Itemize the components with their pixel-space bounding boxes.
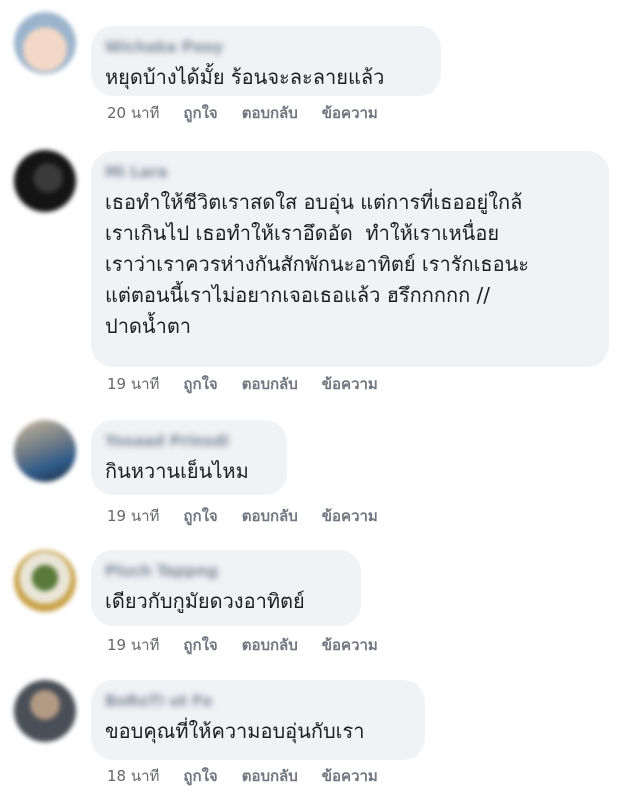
message-button[interactable]: ข้อความ [322,767,378,785]
comment-bubble: BoRoTi ut Fo ขอบคุณที่ให้ความอบอุ่นกับเร… [91,680,425,760]
avatar[interactable] [14,550,76,612]
avatar[interactable] [14,420,76,482]
comment-bubble: Mi Lara เธอทำให้ชีวิตเราสดใส อบอุ่น แต่ก… [91,151,609,367]
comment-author[interactable]: Mi Lara [105,161,595,183]
avatar[interactable] [14,12,76,74]
comment-time[interactable]: 19 นาที [107,636,159,654]
comment-bubble: Pluch Tappng เดียวกับกูมัยดวงอาทิตย์ [91,550,361,626]
comment-text: เดียวกับกูมัยดวงอาทิตย์ [105,589,305,613]
comment-actions: 19 นาที ถูกใจ ตอบกลับ ข้อความ [107,633,402,657]
avatar[interactable] [14,150,76,212]
message-button[interactable]: ข้อความ [322,507,378,525]
message-button[interactable]: ข้อความ [322,636,378,654]
comment-bubble: Wichaka Pooy หยุดบ้างได้มั้ย ร้อนจะละลาย… [91,26,441,96]
comment-time[interactable]: 19 นาที [107,507,159,525]
comment-actions: 20 นาที ถูกใจ ตอบกลับ ข้อความ [107,101,402,125]
comment-bubble: Yosaad Prinsdi กินหวานเย็นไหม [91,420,287,495]
reply-button[interactable]: ตอบกลับ [242,507,298,525]
reply-button[interactable]: ตอบกลับ [242,104,298,122]
like-button[interactable]: ถูกใจ [183,507,217,525]
comment-text: หยุดบ้างได้มั้ย ร้อนจะละลายแล้ว [105,65,385,89]
message-button[interactable]: ข้อความ [322,104,378,122]
like-button[interactable]: ถูกใจ [183,375,217,393]
like-button[interactable]: ถูกใจ [183,767,217,785]
reply-button[interactable]: ตอบกลับ [242,767,298,785]
comment-time[interactable]: 18 นาที [107,767,159,785]
comment-time[interactable]: 19 นาที [107,375,159,393]
comment-time[interactable]: 20 นาที [107,104,159,122]
reply-button[interactable]: ตอบกลับ [242,636,298,654]
comment-author[interactable]: Yosaad Prinsdi [105,430,273,452]
reply-button[interactable]: ตอบกลับ [242,375,298,393]
comment-text: กินหวานเย็นไหม [105,459,249,483]
comment-author[interactable]: Pluch Tappng [105,560,347,582]
comment-author[interactable]: Wichaka Pooy [105,36,427,58]
comment-actions: 19 นาที ถูกใจ ตอบกลับ ข้อความ [107,372,402,396]
message-button[interactable]: ข้อความ [322,375,378,393]
avatar[interactable] [14,680,76,742]
comment-actions: 19 นาที ถูกใจ ตอบกลับ ข้อความ [107,504,402,528]
like-button[interactable]: ถูกใจ [183,636,217,654]
like-button[interactable]: ถูกใจ [183,104,217,122]
comment-text: ขอบคุณที่ให้ความอบอุ่นกับเรา [105,719,365,743]
comment-author[interactable]: BoRoTi ut Fo [105,690,411,712]
comment-text: เธอทำให้ชีวิตเราสดใส อบอุ่น แต่การที่เธอ… [105,190,530,338]
comment-actions: 18 นาที ถูกใจ ตอบกลับ ข้อความ [107,764,402,788]
